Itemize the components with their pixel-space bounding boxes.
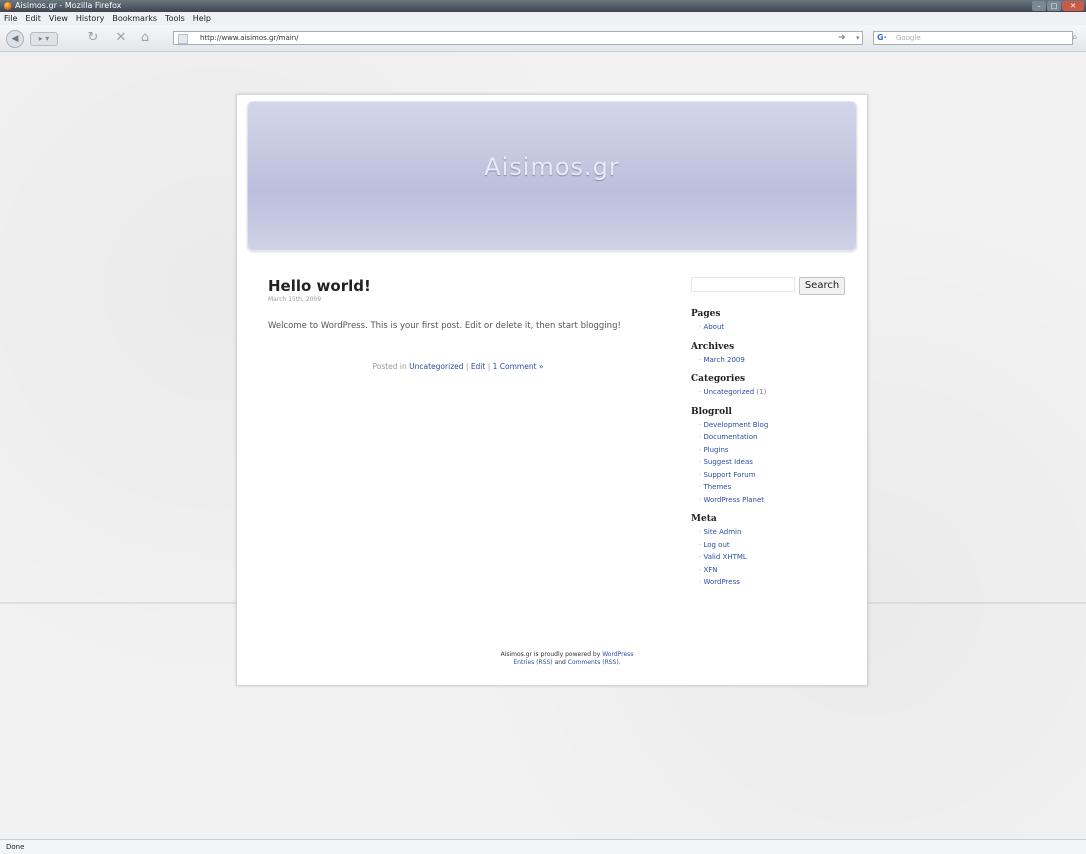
sidebar-link[interactable]: WordPress Planet xyxy=(699,494,851,507)
sidebar-heading-meta: Meta xyxy=(691,514,717,524)
post-meta-prefix: Posted in xyxy=(372,362,407,371)
menu-tools[interactable]: Tools xyxy=(165,12,185,25)
reload-icon[interactable]: ↻ xyxy=(86,30,100,46)
sidebar-link[interactable]: WordPress xyxy=(699,576,851,589)
sidebar-link[interactable]: Site Admin xyxy=(699,526,851,539)
navigation-toolbar: ◀ ▸ ▾ ↻ ✕ ⌂ http://www.aisimos.gr/main/ … xyxy=(0,25,1086,52)
menu-edit[interactable]: Edit xyxy=(25,12,41,25)
meta-list: Site Admin Log out Valid XHTML XFN WordP… xyxy=(691,526,851,589)
blog-search-input[interactable] xyxy=(691,277,795,292)
home-icon[interactable]: ⌂ xyxy=(138,30,152,46)
post-title[interactable]: Hello world! xyxy=(268,277,371,295)
footer-and: and xyxy=(554,659,566,666)
url-text: http://www.aisimos.gr/main/ xyxy=(200,34,299,42)
back-arrow-icon[interactable]: ◀ xyxy=(6,30,24,48)
window-title: Aisimos.gr - Mozilla Firefox xyxy=(15,1,122,10)
archives-list: March 2009 xyxy=(691,354,851,367)
category-count: (1) xyxy=(756,388,767,396)
sidebar-link[interactable]: March 2009 xyxy=(699,354,851,367)
category-name[interactable]: Uncategorized xyxy=(703,388,754,396)
google-icon[interactable]: G· xyxy=(877,33,887,43)
sidebar-heading-blogroll: Blogroll xyxy=(691,406,732,417)
footer-entries-rss-link[interactable]: Entries (RSS) xyxy=(513,659,552,666)
edit-link[interactable]: Edit xyxy=(471,362,486,371)
sidebar-link-category[interactable]: Uncategorized (1) xyxy=(699,386,851,399)
blog-page: Aisimos.gr Hello world! March 15th, 2009… xyxy=(236,94,868,686)
sidebar: Pages About Archives March 2009 Categori… xyxy=(691,309,851,597)
menu-bookmarks[interactable]: Bookmarks xyxy=(112,12,157,25)
search-button[interactable]: Search xyxy=(799,277,845,295)
menu-help[interactable]: Help xyxy=(193,12,211,25)
page-icon xyxy=(178,34,188,44)
footer-comments-rss-link[interactable]: Comments (RSS). xyxy=(568,659,621,666)
url-dropdown-icon[interactable]: ▾ xyxy=(856,31,860,45)
stop-icon[interactable]: ✕ xyxy=(114,30,128,46)
meta-separator: | xyxy=(485,362,493,371)
menu-file[interactable]: File xyxy=(4,12,17,25)
maximize-icon[interactable]: □ xyxy=(1047,1,1061,11)
sidebar-heading-pages: Pages xyxy=(691,309,721,319)
sidebar-link[interactable]: Suggest Ideas xyxy=(699,456,851,469)
sidebar-link[interactable]: XFN xyxy=(699,564,851,577)
sidebar-link[interactable]: About xyxy=(699,321,851,334)
footer-text: Aisimos.gr is proudly powered by xyxy=(500,651,601,658)
sidebar-link[interactable]: Log out xyxy=(699,539,851,552)
post-meta: Posted in Uncategorized | Edit | 1 Comme… xyxy=(268,362,648,371)
minimize-icon[interactable]: – xyxy=(1032,1,1046,11)
sidebar-heading-categories: Categories xyxy=(691,374,746,384)
search-placeholder: Google xyxy=(896,34,921,42)
sidebar-link[interactable]: Support Forum xyxy=(699,469,851,482)
blog-footer: Aisimos.gr is proudly powered by WordPre… xyxy=(437,651,697,667)
firefox-icon xyxy=(4,2,12,10)
go-arrow-icon[interactable]: ➜ xyxy=(838,31,846,45)
blog-header[interactable]: Aisimos.gr xyxy=(247,101,857,251)
status-text: Done xyxy=(6,843,25,851)
blogroll-list: Development Blog Documentation Plugins S… xyxy=(691,419,851,507)
magnifier-icon[interactable]: ⌕ xyxy=(1072,31,1078,45)
meta-separator: | xyxy=(463,362,471,371)
sidebar-link[interactable]: Valid XHTML xyxy=(699,551,851,564)
forward-dropdown-icon[interactable]: ▸ ▾ xyxy=(30,32,58,46)
category-link[interactable]: Uncategorized xyxy=(409,362,463,371)
sidebar-heading-archives: Archives xyxy=(691,341,735,352)
blog-title[interactable]: Aisimos.gr xyxy=(247,153,857,181)
footer-wordpress-link[interactable]: WordPress xyxy=(602,651,633,658)
sidebar-link[interactable]: Plugins xyxy=(699,444,851,457)
menu-history[interactable]: History xyxy=(76,12,104,25)
close-icon[interactable]: ✕ xyxy=(1062,1,1084,11)
comments-link[interactable]: 1 Comment » xyxy=(493,362,544,371)
categories-list: Uncategorized (1) xyxy=(691,386,851,399)
sidebar-link[interactable]: Themes xyxy=(699,481,851,494)
status-bar: Done xyxy=(0,839,1086,854)
menu-view[interactable]: View xyxy=(49,12,68,25)
sidebar-link[interactable]: Development Blog xyxy=(699,419,851,432)
pages-list: About xyxy=(691,321,851,334)
post-body: Welcome to WordPress. This is your first… xyxy=(268,321,621,331)
window-titlebar: Aisimos.gr - Mozilla Firefox – □ ✕ xyxy=(0,0,1086,12)
menu-bar: File Edit View History Bookmarks Tools H… xyxy=(0,12,1086,25)
post-date: March 15th, 2009 xyxy=(268,296,322,303)
window-controls: – □ ✕ xyxy=(1032,1,1084,11)
web-search-input[interactable]: G· Google xyxy=(873,31,1073,45)
address-bar[interactable]: http://www.aisimos.gr/main/ xyxy=(173,31,863,45)
page-viewport[interactable]: Aisimos.gr Hello world! March 15th, 2009… xyxy=(0,52,1086,839)
sidebar-link[interactable]: Documentation xyxy=(699,431,851,444)
